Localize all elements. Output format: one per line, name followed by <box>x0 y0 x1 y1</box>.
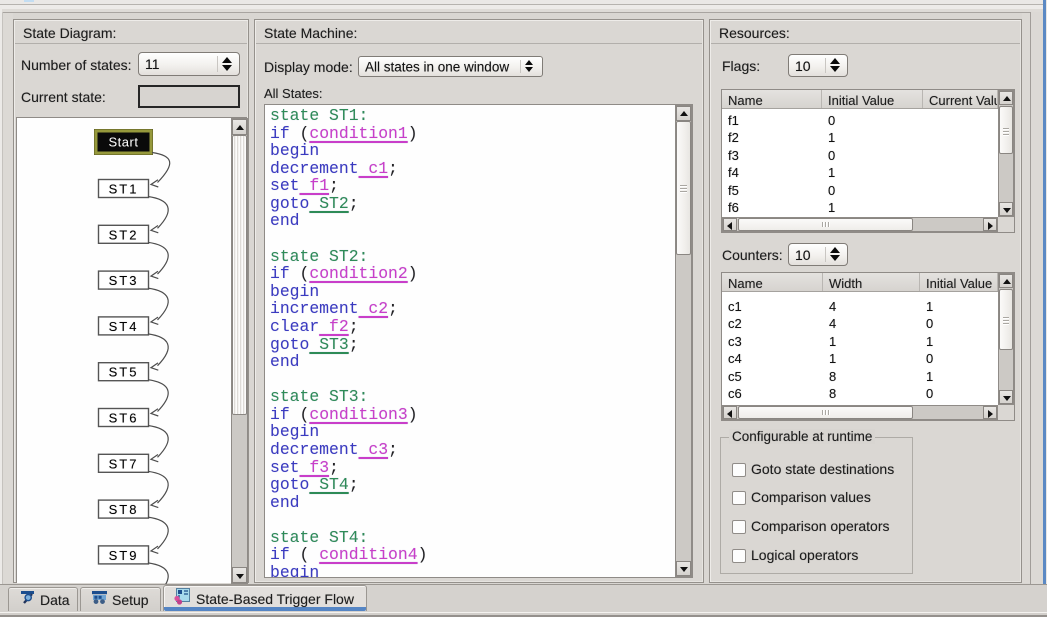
svg-text:Start: Start <box>109 135 139 150</box>
svg-text:ST4: ST4 <box>109 319 139 334</box>
svg-text:ST3: ST3 <box>109 273 139 288</box>
svg-text:ST6: ST6 <box>109 411 139 426</box>
svg-text:ST2: ST2 <box>109 227 139 242</box>
svg-text:ST5: ST5 <box>109 365 139 380</box>
svg-text:ST9: ST9 <box>109 548 139 563</box>
svg-text:ST1: ST1 <box>109 182 139 197</box>
svg-text:ST7: ST7 <box>109 456 139 471</box>
svg-text:ST8: ST8 <box>109 502 139 517</box>
